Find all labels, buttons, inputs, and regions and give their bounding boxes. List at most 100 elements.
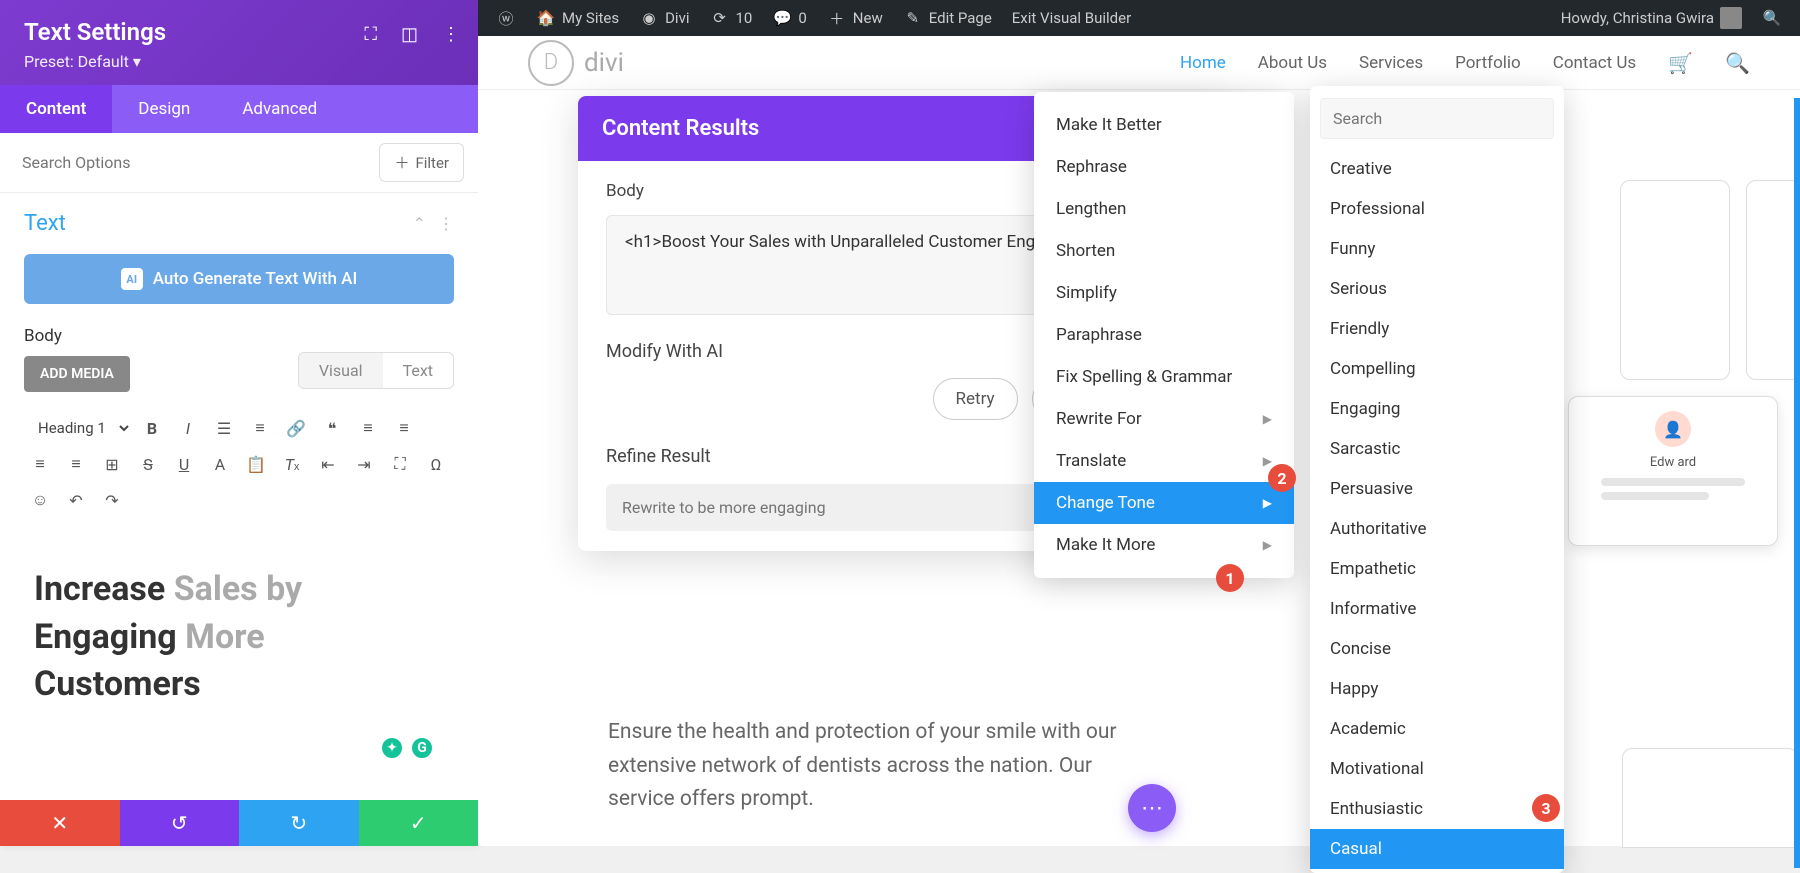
redo-icon[interactable]: ↷ [96,484,128,516]
tone-menu-item[interactable]: Funny [1310,229,1564,269]
tone-menu-item[interactable]: Persuasive [1310,469,1564,509]
improve-menu-item[interactable]: Translate▶ [1034,440,1294,482]
editor-tab-text[interactable]: Text [383,353,453,388]
tab-advanced[interactable]: Advanced [216,85,343,133]
align-justify-icon[interactable]: ≡ [60,448,92,480]
special-char-icon[interactable]: Ω [420,448,452,480]
grammarly-widget[interactable]: ✦ G [380,736,434,760]
tone-menu-item[interactable]: Professional [1310,189,1564,229]
tab-content[interactable]: Content [0,85,112,133]
cancel-button[interactable]: ✕ [0,800,120,846]
text-section-header[interactable]: Text ⌃⋮ [0,193,478,244]
align-left-icon[interactable]: ≡ [352,412,384,444]
editor-content[interactable]: Increase Sales by Engaging More Customer… [24,546,454,729]
tone-menu-item[interactable]: Empathetic [1310,549,1564,589]
section-more-icon[interactable]: ⋮ [438,214,454,233]
divi-link[interactable]: ◉Divi [629,8,699,28]
underline-icon[interactable]: U [168,448,200,480]
tone-menu-item[interactable]: Serious [1310,269,1564,309]
link-icon[interactable]: 🔗 [280,412,312,444]
comments-link[interactable]: 💬0 [762,8,816,28]
improve-menu-item[interactable]: Lengthen [1034,188,1294,230]
cart-icon[interactable]: 🛒 [1668,51,1693,75]
align-center-icon[interactable]: ≡ [388,412,420,444]
selection-border [1794,98,1800,868]
filter-button[interactable]: ＋Filter [379,143,464,182]
admin-search[interactable]: 🔍 [1752,8,1792,28]
strike-icon[interactable]: S [132,448,164,480]
editor-tab-visual[interactable]: Visual [299,353,383,388]
more-icon[interactable]: ⋮ [442,24,460,45]
improve-menu-item[interactable]: Rephrase [1034,146,1294,188]
auto-generate-button[interactable]: AI Auto Generate Text With AI [24,254,454,304]
retry-button[interactable]: Retry [933,378,1018,420]
text-color-icon[interactable]: A [204,448,236,480]
tone-menu-item[interactable]: Happy [1310,669,1564,709]
indent-left-icon[interactable]: ⇤ [312,448,344,480]
nav-portfolio[interactable]: Portfolio [1455,53,1521,73]
table-icon[interactable]: ⊞ [96,448,128,480]
search-icon[interactable]: 🔍 [1725,51,1750,75]
undo-button[interactable]: ↺ [120,800,240,846]
preset-selector[interactable]: Preset: Default ▾ [24,52,454,71]
emoji-icon[interactable]: ☺ [24,484,56,516]
clear-format-icon[interactable]: Tₓ [276,448,308,480]
tone-menu-item[interactable]: Casual [1310,829,1564,869]
edit-page-label: Edit Page [929,9,992,27]
tone-menu-item[interactable]: Enthusiastic [1310,789,1564,829]
indent-right-icon[interactable]: ⇥ [348,448,380,480]
improve-menu-item[interactable]: Make It Better [1034,104,1294,146]
howdy-user[interactable]: Howdy, Christina Gwira [1551,7,1752,29]
paste-icon[interactable]: 📋 [240,448,272,480]
collapse-icon[interactable]: ⌃ [413,214,426,233]
bold-icon[interactable]: B [136,412,168,444]
improve-menu-item[interactable]: Simplify [1034,272,1294,314]
improve-menu-item[interactable]: Fix Spelling & Grammar [1034,356,1294,398]
plus-icon: ＋ [394,152,409,173]
tone-search-input[interactable] [1320,98,1554,139]
italic-icon[interactable]: I [172,412,204,444]
quote-icon[interactable]: ❝ [316,412,348,444]
save-button[interactable]: ✓ [359,800,479,846]
undo-icon[interactable]: ↶ [60,484,92,516]
improve-menu-item[interactable]: Shorten [1034,230,1294,272]
improve-menu-item[interactable]: Rewrite For▶ [1034,398,1294,440]
my-sites-link[interactable]: 🏠My Sites [526,8,629,28]
improve-menu-item[interactable]: Change Tone▶ [1034,482,1294,524]
improve-menu-item[interactable]: Make It More▶ [1034,524,1294,566]
nav-services[interactable]: Services [1359,53,1423,73]
heading-select[interactable]: Heading 1 [24,412,132,444]
tone-menu-item[interactable]: Authoritative [1310,509,1564,549]
panel-icon[interactable]: ◫ [401,24,418,45]
fullscreen-icon[interactable]: ⛶ [384,448,416,480]
number-list-icon[interactable]: ≡ [244,412,276,444]
redo-button[interactable]: ↻ [239,800,359,846]
tone-menu-item[interactable]: Compelling [1310,349,1564,389]
nav-contact[interactable]: Contact Us [1553,53,1636,73]
align-right-icon[interactable]: ≡ [24,448,56,480]
wp-logo[interactable]: ⓦ [486,8,526,28]
tone-menu-item[interactable]: Motivational [1310,749,1564,789]
tone-menu-item[interactable]: Informative [1310,589,1564,629]
exit-builder-link[interactable]: Exit Visual Builder [1002,9,1141,27]
tone-menu-item[interactable]: Creative [1310,149,1564,189]
site-logo[interactable]: D [528,40,574,86]
edit-page-link[interactable]: ✎Edit Page [893,8,1002,28]
tone-menu-item[interactable]: Friendly [1310,309,1564,349]
tone-menu-item[interactable]: Concise [1310,629,1564,669]
tone-menu-item[interactable]: Academic [1310,709,1564,749]
new-link[interactable]: ＋New [817,8,893,28]
updates-link[interactable]: ⟳10 [699,8,762,28]
tone-menu-item[interactable]: Engaging [1310,389,1564,429]
bullet-list-icon[interactable]: ☰ [208,412,240,444]
tone-menu-item[interactable]: Sarcastic [1310,429,1564,469]
nav-about[interactable]: About Us [1258,53,1327,73]
expand-icon[interactable]: ⛶ [364,24,377,45]
tab-design[interactable]: Design [112,85,216,133]
add-media-button[interactable]: ADD MEDIA [24,356,130,392]
nav-home[interactable]: Home [1180,53,1226,73]
builder-fab[interactable]: ⋯ [1128,784,1176,832]
search-options-input[interactable] [14,143,379,182]
refine-input[interactable] [606,484,1065,531]
improve-menu-item[interactable]: Paraphrase [1034,314,1294,356]
